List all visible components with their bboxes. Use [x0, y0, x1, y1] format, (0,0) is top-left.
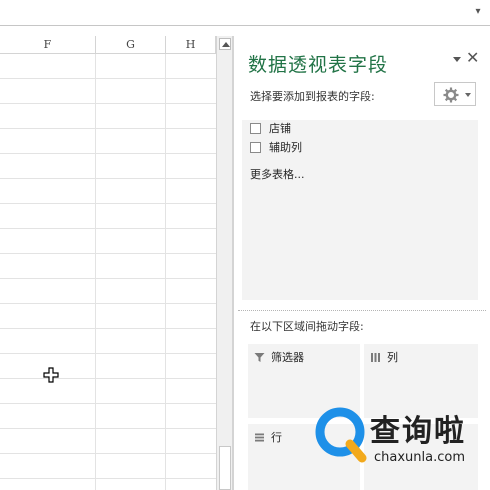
grid-row[interactable]	[0, 229, 216, 254]
scroll-up-icon[interactable]	[219, 38, 231, 50]
dropdown-arrow-icon[interactable]: ▾	[472, 6, 484, 18]
pane-options-icon[interactable]	[452, 54, 462, 64]
more-tables-link[interactable]: 更多表格...	[250, 166, 305, 182]
grid-row[interactable]	[0, 204, 216, 229]
grid-row[interactable]	[0, 79, 216, 104]
watermark: 查询啦 chaxunla.com	[314, 402, 484, 472]
search-logo-icon	[315, 407, 367, 463]
filters-area-label: 筛选器	[271, 351, 304, 364]
gear-icon	[443, 87, 459, 103]
grid-row[interactable]	[0, 129, 216, 154]
grid-row[interactable]	[0, 429, 216, 454]
tools-button[interactable]	[434, 82, 476, 106]
field-item-helper[interactable]: 辅助列	[250, 139, 302, 155]
grid-row[interactable]	[0, 104, 216, 129]
scrollbar-thumb[interactable]	[219, 446, 231, 490]
watermark-url: chaxunla.com	[374, 450, 465, 465]
grid-row[interactable]	[0, 479, 216, 490]
grid-row[interactable]	[0, 379, 216, 404]
grid-row[interactable]	[0, 354, 216, 379]
columns-area-label: 列	[387, 351, 398, 364]
column-header-f[interactable]: F	[0, 36, 96, 54]
grid-row[interactable]	[0, 404, 216, 429]
grid-rows	[0, 54, 216, 490]
field-item-store[interactable]: 店铺	[250, 120, 291, 136]
choose-fields-label: 选择要添加到报表的字段:	[250, 90, 375, 103]
field-checkbox[interactable]	[250, 141, 261, 153]
column-header-g[interactable]: G	[96, 36, 166, 54]
field-label: 店铺	[269, 122, 291, 135]
rows-area-label: 行	[271, 431, 282, 444]
field-checkbox[interactable]	[250, 122, 261, 134]
drag-fields-label: 在以下区域间拖动字段:	[250, 320, 364, 333]
grid-row[interactable]	[0, 279, 216, 304]
worksheet-grid[interactable]: F G H	[0, 36, 216, 490]
filter-icon	[254, 352, 265, 362]
vertical-scrollbar[interactable]	[216, 36, 233, 490]
rows-icon	[255, 433, 264, 441]
grid-row[interactable]	[0, 154, 216, 179]
move-cursor-icon	[43, 367, 59, 383]
pane-splitter[interactable]	[238, 310, 486, 311]
column-header-row: F G H	[0, 36, 216, 54]
field-label: 辅助列	[269, 141, 302, 154]
formula-bar[interactable]: ▾	[0, 0, 490, 26]
grid-row[interactable]	[0, 304, 216, 329]
grid-row[interactable]	[0, 329, 216, 354]
grid-row[interactable]	[0, 54, 216, 79]
watermark-name: 查询啦	[370, 414, 466, 449]
chevron-down-icon	[465, 93, 471, 97]
grid-row[interactable]	[0, 254, 216, 279]
columns-icon	[371, 352, 380, 362]
pane-title: 数据透视表字段	[248, 54, 389, 76]
grid-row[interactable]	[0, 179, 216, 204]
column-header-h[interactable]: H	[166, 36, 216, 54]
grid-row[interactable]	[0, 454, 216, 479]
close-icon[interactable]: ✕	[466, 49, 479, 67]
field-list: 店铺 辅助列 更多表格...	[242, 120, 478, 300]
